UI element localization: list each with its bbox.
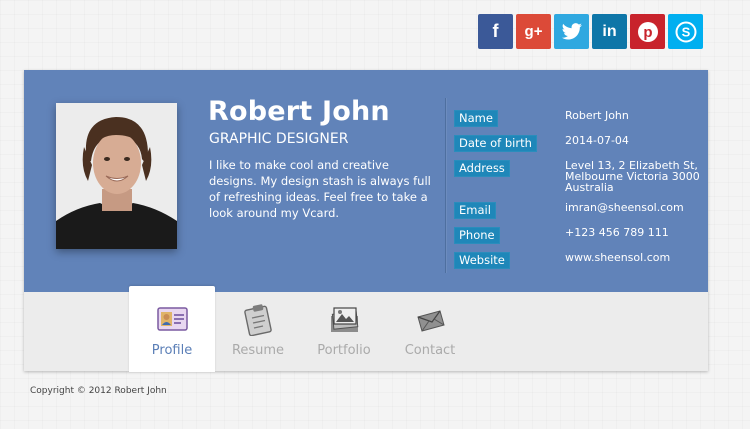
profile-role: GRAPHIC DESIGNER bbox=[209, 131, 349, 147]
info-value-dob: 2014-07-04 bbox=[565, 134, 629, 147]
info-value-name: Robert John bbox=[565, 109, 629, 122]
info-value-phone: +123 456 789 111 bbox=[565, 226, 669, 239]
info-value-email[interactable]: imran@sheensol.com bbox=[565, 202, 705, 213]
divider bbox=[445, 98, 446, 273]
profile-panel: Robert John GRAPHIC DESIGNER I like to m… bbox=[24, 70, 708, 292]
tab-resume[interactable]: Resume bbox=[215, 286, 301, 372]
vcard: Robert John GRAPHIC DESIGNER I like to m… bbox=[24, 70, 708, 372]
info-label-address: Address bbox=[454, 160, 510, 177]
twitter-icon[interactable] bbox=[554, 14, 589, 49]
profile-bio: I like to make cool and creative designs… bbox=[209, 158, 431, 220]
tab-profile[interactable]: Profile bbox=[129, 286, 215, 372]
info-label-name: Name bbox=[454, 110, 498, 127]
tab-label-resume: Resume bbox=[231, 343, 285, 358]
info-label-email: Email bbox=[454, 202, 496, 219]
tab-label-contact: Contact bbox=[404, 343, 456, 358]
profile-name: Robert John bbox=[208, 96, 390, 127]
info-label-website: Website bbox=[454, 252, 510, 269]
photo-stack-icon bbox=[331, 307, 359, 332]
linkedin-icon[interactable]: in bbox=[592, 14, 627, 49]
social-links: f g+ in p S bbox=[478, 14, 703, 49]
tab-label-portfolio: Portfolio bbox=[317, 343, 371, 358]
profile-photo bbox=[56, 103, 177, 249]
tab-portfolio[interactable]: Portfolio bbox=[301, 286, 387, 372]
pinterest-icon[interactable]: p bbox=[630, 14, 665, 49]
tab-contact[interactable]: Contact bbox=[387, 286, 473, 372]
info-value-website[interactable]: www.sheensol.com bbox=[565, 252, 705, 263]
tab-label-profile: Profile bbox=[151, 343, 193, 358]
facebook-icon[interactable]: f bbox=[478, 14, 513, 49]
info-label-dob: Date of birth bbox=[454, 135, 537, 152]
clipboard-icon bbox=[244, 304, 272, 336]
id-card-icon bbox=[157, 307, 188, 331]
svg-text:p: p bbox=[643, 24, 652, 41]
info-label-phone: Phone bbox=[454, 227, 500, 244]
copyright: Copyright © 2012 Robert John bbox=[30, 386, 167, 396]
google-plus-icon[interactable]: g+ bbox=[516, 14, 551, 49]
svg-text:S: S bbox=[681, 24, 690, 39]
mail-icon bbox=[417, 310, 445, 332]
info-value-address: Level 13, 2 Elizabeth St, Melbourne Vict… bbox=[565, 159, 700, 194]
skype-icon[interactable]: S bbox=[668, 14, 703, 49]
